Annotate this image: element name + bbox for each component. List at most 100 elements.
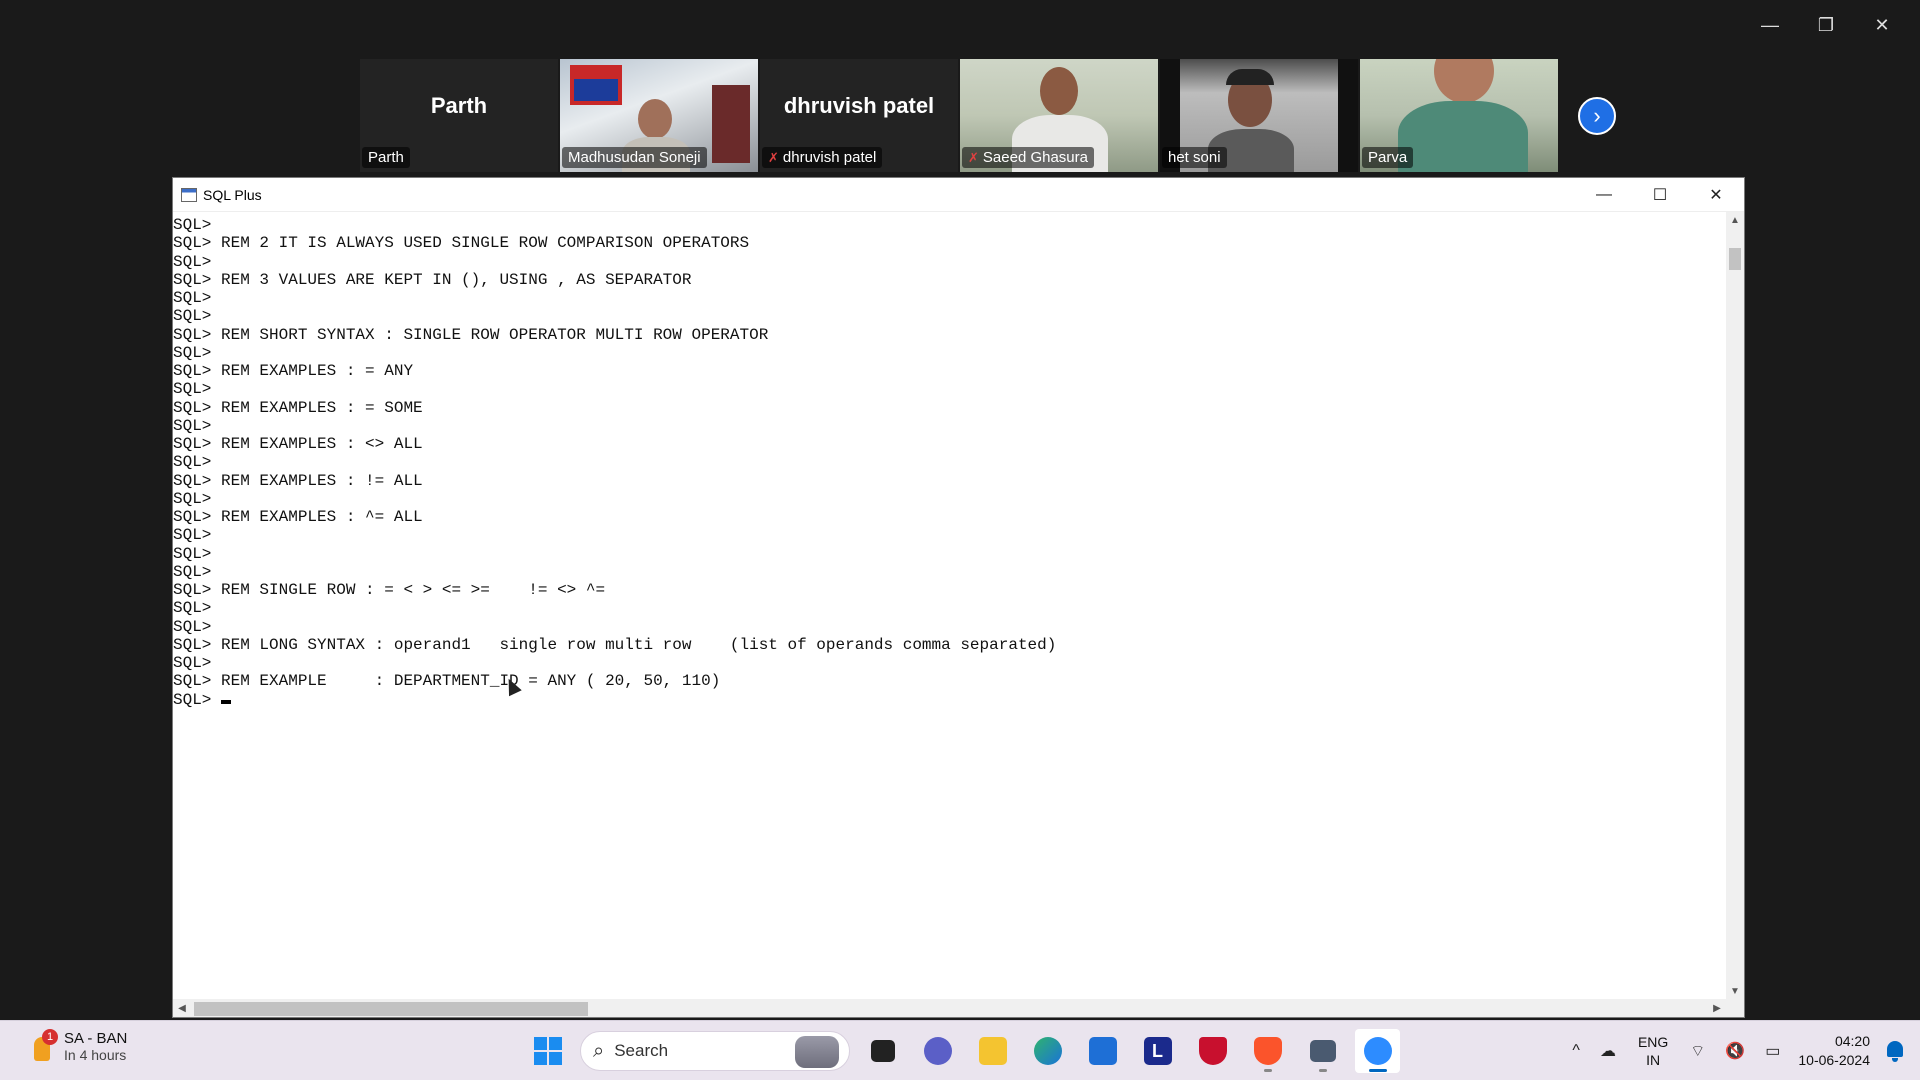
muted-mic-icon: ✗ [768,149,779,165]
console-line: SQL> [173,526,212,545]
volume-muted-icon[interactable]: 🔇 [1715,1041,1755,1061]
edge-button[interactable] [1025,1029,1070,1073]
zoom-minimize-button[interactable]: — [1742,10,1798,40]
participant-name-tag: ✗ Saeed Ghasura [962,147,1094,168]
participant-tile[interactable]: Parth Parth [360,59,558,172]
console-line: SQL> REM EXAMPLES : != ALL [173,471,423,490]
system-tray: ^ ☁ ENG IN ⌔ 🔇 ▭ 04:20 10-06-2024 [1562,1021,1920,1080]
folder-icon [978,1037,1007,1065]
scroll-right-icon[interactable]: ▶ [1708,999,1726,1017]
muted-mic-icon: ✗ [968,149,979,165]
mcafee-button[interactable] [1190,1029,1235,1073]
zoom-icon [1363,1037,1392,1065]
search-placeholder: Search [614,1041,669,1060]
scroll-up-icon[interactable]: ▲ [1726,212,1744,228]
window-title: SQL Plus [203,186,262,203]
sql-console-output[interactable]: SQL> SQL> REM 2 IT IS ALWAYS USED SINGLE … [173,212,1726,999]
console-line: SQL> [173,416,212,435]
chat-icon [923,1037,952,1065]
resize-grip[interactable] [1726,999,1744,1017]
shield-icon [1198,1037,1227,1065]
console-line: SQL> [173,599,212,618]
language-indicator[interactable]: ENG IN [1626,1033,1680,1069]
close-button[interactable]: ✕ [1688,178,1744,212]
console-line: SQL> REM EXAMPLE : DEPARTMENT_ID = ANY (… [173,672,721,691]
taskbar-apps: ⌕ Search L [525,1029,1400,1073]
lion-icon [1253,1037,1282,1065]
participant-tile[interactable]: het soni [1160,59,1358,172]
minimize-button[interactable]: — [1576,178,1632,212]
l-app-icon: L [1143,1037,1172,1065]
task-view-button[interactable] [860,1029,905,1073]
task-view-icon [870,1040,895,1062]
participant-name: Saeed Ghasura [982,149,1088,166]
zoom-window-controls: — ❐ ✕ [1742,10,1910,40]
horizontal-scroll-thumb[interactable] [194,1002,588,1016]
person-body [1398,101,1528,172]
desktop: — ❐ ✕ Parth Parth Madhusudan Soneji dhru… [0,0,1920,1080]
onedrive-cloud-icon[interactable]: ☁ [1590,1041,1626,1061]
person-face [638,99,672,139]
participant-display-name: dhruvish patel [783,92,935,118]
person-face [1040,67,1078,115]
scroll-left-icon[interactable]: ◀ [173,999,191,1017]
console-line: SQL> [173,252,212,271]
zoom-restore-button[interactable]: ❐ [1798,10,1854,40]
l-app-button[interactable]: L [1135,1029,1180,1073]
participant-name: het soni [1168,149,1221,166]
person-hair [1226,69,1274,85]
console-line: SQL> [173,216,212,234]
start-button[interactable] [525,1029,570,1073]
file-explorer-button[interactable] [970,1029,1015,1073]
clock[interactable]: 04:20 10-06-2024 [1790,1032,1884,1070]
participant-name: Parva [1368,149,1408,166]
sqlplus-taskbar-button[interactable] [1300,1029,1345,1073]
console-line: SQL> [173,453,212,472]
vertical-scroll-thumb[interactable] [1729,248,1741,270]
participant-strip: Parth Parth Madhusudan Soneji dhruvish p… [360,59,1560,172]
console-line: SQL> [173,307,212,326]
search-icon: ⌕ [593,1039,605,1062]
vertical-scrollbar[interactable]: ▲ ▼ [1726,212,1744,999]
zoom-close-button[interactable]: ✕ [1854,10,1910,40]
console-prompt-line[interactable]: SQL> [173,691,1726,709]
participant-tile-active-speaker[interactable]: Madhusudan Soneji [560,59,758,172]
weather-widget[interactable]: 1 SA - BAN In 4 hours [30,1029,127,1063]
console-line: SQL> REM 3 VALUES ARE KEPT IN (), USING … [173,270,692,289]
teams-chat-button[interactable] [915,1029,960,1073]
edge-icon [1033,1037,1062,1065]
show-hidden-icons-button[interactable]: ^ [1562,1042,1590,1060]
brave-button[interactable] [1245,1029,1290,1073]
participant-tile[interactable]: dhruvish patel ✗ dhruvish patel [760,59,958,172]
participant-tile[interactable]: Parva [1360,59,1558,172]
participant-name-tag: ✗ dhruvish patel [762,147,883,168]
wifi-icon[interactable]: ⌔ [1680,1041,1715,1061]
participant-name-tag: Parva [1362,147,1414,168]
maximize-button[interactable]: ☐ [1632,178,1688,212]
participant-name: Madhusudan Soneji [568,149,701,166]
participant-name-tag: het soni [1162,147,1227,168]
horizontal-scrollbar[interactable]: ◀ ▶ [173,999,1726,1017]
clock-date: 10-06-2024 [1798,1052,1870,1068]
text-cursor [221,699,232,704]
next-participants-button[interactable]: › [1578,97,1616,135]
console-line: SQL> REM 2 IT IS ALWAYS USED SINGLE ROW … [173,234,750,253]
zoom-taskbar-button[interactable] [1355,1029,1400,1073]
weather-title: SA - BAN [64,1029,128,1047]
weather-subtitle: In 4 hours [64,1046,127,1063]
store-button[interactable] [1080,1029,1125,1073]
battery-icon[interactable]: ▭ [1755,1041,1790,1061]
console-line: SQL> [173,654,212,672]
taskbar: 1 SA - BAN In 4 hours ⌕ Search L ^ ☁ ENG… [0,1020,1920,1080]
console-line: SQL> [173,343,212,362]
store-icon [1088,1037,1117,1065]
weather-alert-icon: 1 [30,1029,58,1063]
console-line: SQL> REM SINGLE ROW : = < > <= >= != <> … [173,581,606,599]
person-face [1434,59,1494,103]
taskbar-search-box[interactable]: ⌕ Search [580,1031,850,1071]
scroll-down-icon[interactable]: ▼ [1726,983,1744,999]
sqlplus-titlebar[interactable]: SQL Plus — ☐ ✕ [173,178,1744,212]
sqlplus-app-icon [181,187,197,202]
participant-tile[interactable]: ✗ Saeed Ghasura [960,59,1158,172]
notification-bell-icon[interactable] [1884,1039,1906,1063]
